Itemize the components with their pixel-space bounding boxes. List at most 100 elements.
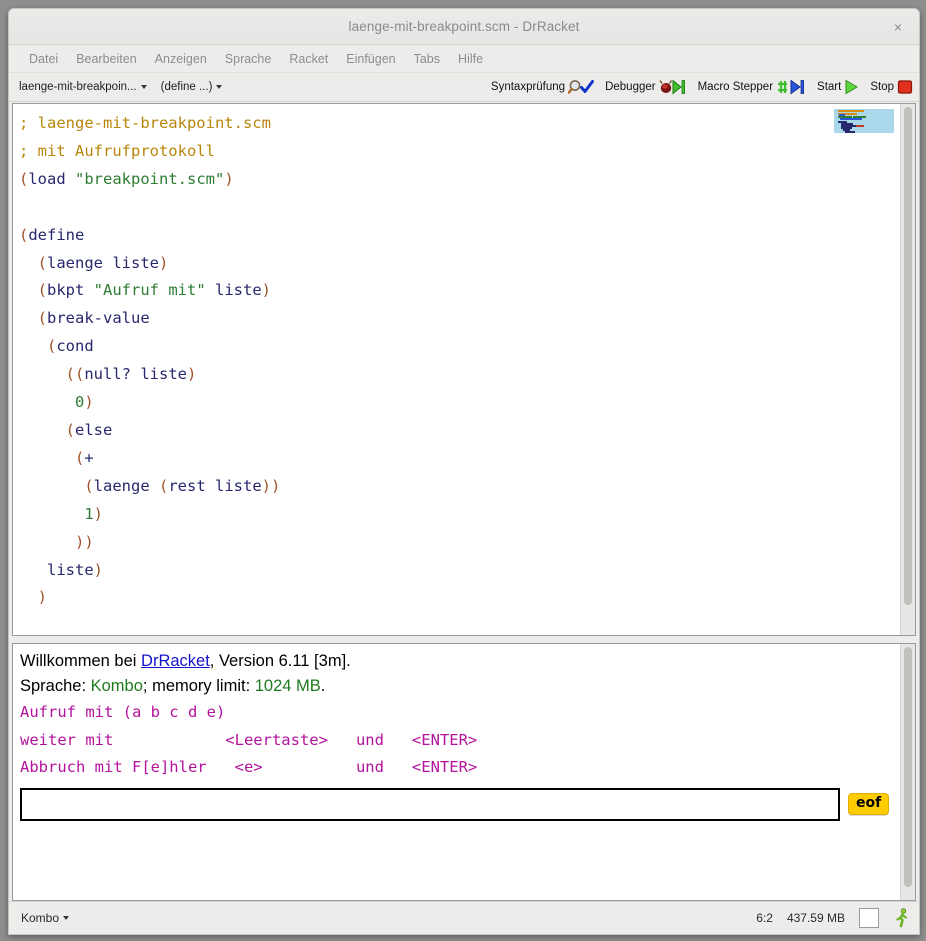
code-token: ): [19, 588, 47, 606]
code-token: liste: [206, 281, 262, 299]
macro-stepper-button[interactable]: Macro Stepper: [698, 79, 806, 95]
menu-item-sprache[interactable]: Sprache: [216, 50, 281, 68]
file-selector-label: laenge-mit-breakpoin...: [19, 81, 137, 93]
eof-button[interactable]: eof: [848, 793, 889, 815]
code-token: liste: [47, 561, 94, 579]
code-token: 0: [75, 393, 84, 411]
code-token: (: [19, 170, 28, 188]
interactions-pane: Willkommen bei DrRacket, Version 6.11 [3…: [12, 643, 916, 901]
code-token: [19, 561, 47, 579]
code-token: (: [19, 449, 84, 467]
stop-button[interactable]: Stop: [870, 79, 913, 95]
start-label: Start: [817, 81, 841, 93]
code-token: (: [19, 421, 75, 439]
memory-label: ; memory limit:: [143, 677, 255, 695]
code-token: load: [28, 170, 75, 188]
memory-usage: 437.59 MB: [787, 911, 845, 925]
code-token: ): [94, 505, 103, 523]
menu-item-hilfe[interactable]: Hilfe: [449, 50, 492, 68]
file-selector-combo[interactable]: laenge-mit-breakpoin...: [19, 81, 147, 93]
debugger-button[interactable]: Debugger: [605, 79, 687, 95]
code-line: ): [19, 584, 900, 612]
code-token: ; mit Aufrufprotokoll: [19, 142, 215, 160]
magnifier-check-icon: [568, 79, 594, 95]
code-minimap-thumbnail[interactable]: [834, 109, 894, 133]
language-selector[interactable]: Kombo: [21, 911, 69, 925]
code-token: ): [159, 254, 168, 272]
code-token: [19, 393, 75, 411]
title-bar: laenge-mit-breakpoint.scm - DrRacket ×: [9, 9, 919, 45]
repl-vertical-scrollbar[interactable]: [900, 644, 915, 900]
code-line: [19, 194, 900, 222]
code-token: define: [28, 226, 84, 244]
bug-play-icon: [659, 79, 687, 95]
code-token: rest liste: [168, 477, 261, 495]
start-button[interactable]: Start: [817, 79, 859, 95]
menu-item-racket[interactable]: Racket: [280, 50, 337, 68]
drracket-window: laenge-mit-breakpoint.scm - DrRacket × D…: [8, 8, 920, 935]
definitions-pane: ; laenge-mit-breakpoint.scm ; mit Aufrufp…: [12, 103, 916, 636]
code-token: )): [19, 533, 94, 551]
code-line: (break-value: [19, 305, 900, 333]
menu-item-anzeigen[interactable]: Anzeigen: [146, 50, 216, 68]
code-token: (: [19, 309, 47, 327]
code-token: laenge: [94, 477, 159, 495]
code-line: )): [19, 529, 900, 557]
drracket-link[interactable]: DrRacket: [141, 652, 210, 670]
code-token: [19, 505, 84, 523]
code-token: (: [19, 254, 47, 272]
code-token: "breakpoint.scm": [75, 170, 224, 188]
code-line: (laenge liste): [19, 250, 900, 278]
code-line: 0): [19, 389, 900, 417]
chevron-down-icon: [141, 85, 147, 89]
repl-output-line: weiter mit <Leertaste> und <ENTER>: [20, 727, 900, 755]
menu-item-datei[interactable]: Datei: [20, 50, 67, 68]
tool-bar: laenge-mit-breakpoin... (define ...) Syn…: [9, 73, 919, 102]
window-title: laenge-mit-breakpoint.scm - DrRacket: [349, 19, 580, 34]
code-token: +: [84, 449, 93, 467]
pane-divider[interactable]: [12, 636, 916, 643]
code-line: liste): [19, 557, 900, 585]
panes-container: ; laenge-mit-breakpoint.scm ; mit Aufrufp…: [9, 102, 919, 901]
code-token: ): [262, 281, 271, 299]
code-line: ((null? liste): [19, 361, 900, 389]
editor-vertical-scrollbar[interactable]: [900, 104, 915, 635]
stop-label: Stop: [870, 81, 894, 93]
repl-input[interactable]: [20, 788, 840, 821]
macro-stepper-label: Macro Stepper: [698, 81, 773, 93]
repl-scroll-thumb[interactable]: [904, 647, 912, 887]
syntax-check-button[interactable]: Syntaxprüfung: [491, 79, 594, 95]
welcome-suffix: , Version 6.11 [3m].: [210, 652, 351, 670]
welcome-line: Willkommen bei DrRacket, Version 6.11 [3…: [20, 649, 900, 674]
code-token: null? liste: [84, 365, 187, 383]
code-token: "Aufruf mit": [94, 281, 206, 299]
code-token: cond: [56, 337, 93, 355]
code-token: (: [19, 226, 28, 244]
code-line: ; laenge-mit-breakpoint.scm: [19, 110, 900, 138]
code-token: break-value: [47, 309, 150, 327]
language-line: Sprache: Kombo; memory limit: 1024 MB.: [20, 674, 900, 699]
code-token: ): [84, 393, 93, 411]
menu-item-einfuegen[interactable]: Einfügen: [337, 50, 404, 68]
chevron-down-icon: [216, 85, 222, 89]
menu-item-bearbeiten[interactable]: Bearbeiten: [67, 50, 145, 68]
code-token: (: [19, 477, 94, 495]
memory-recycle-box[interactable]: [859, 908, 879, 928]
language-value: Kombo: [91, 677, 143, 695]
debugger-label: Debugger: [605, 81, 656, 93]
code-token: 1: [84, 505, 93, 523]
close-icon[interactable]: ×: [887, 16, 909, 38]
editor-scroll-thumb[interactable]: [904, 107, 912, 605]
code-token: else: [75, 421, 112, 439]
code-line: (cond: [19, 333, 900, 361]
repl-output-area[interactable]: Willkommen bei DrRacket, Version 6.11 [3…: [13, 644, 900, 900]
define-selector-combo[interactable]: (define ...): [161, 81, 223, 93]
code-line: (define: [19, 222, 900, 250]
macro-play-icon: [776, 79, 806, 95]
code-text: ; laenge-mit-breakpoint.scm ; mit Aufrufp…: [19, 110, 900, 612]
repl-output-line: Aufruf mit (a b c d e): [20, 699, 900, 727]
menu-item-tabs[interactable]: Tabs: [405, 50, 449, 68]
code-line: (laenge (rest liste)): [19, 473, 900, 501]
status-language-label: Kombo: [21, 911, 59, 925]
code-editor[interactable]: ; laenge-mit-breakpoint.scm ; mit Aufrufp…: [13, 104, 900, 635]
